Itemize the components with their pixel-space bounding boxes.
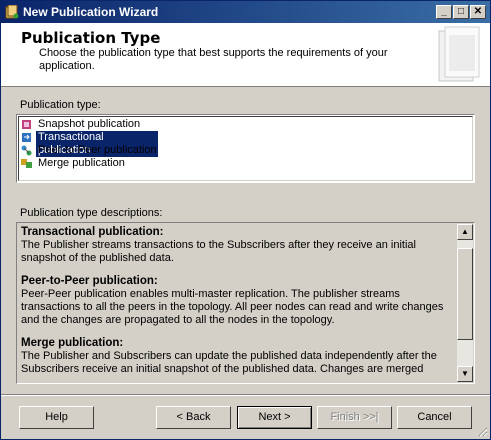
publication-type-list[interactable]: Snapshot publication Transactional publi… [16, 114, 475, 183]
description-heading: Merge publication: [21, 337, 124, 349]
publication-type-descriptions[interactable]: Transactional publication: The Publisher … [16, 222, 475, 384]
peer-to-peer-icon [21, 145, 32, 156]
help-button[interactable]: Help [19, 406, 94, 429]
list-item-merge[interactable]: Merge publication [21, 157, 472, 170]
wizard-header: Publication Type Choose the publication … [1, 23, 490, 87]
list-item-peer-to-peer[interactable]: Peer-to-Peer publication [21, 144, 472, 157]
list-item-label: Snapshot publication [38, 118, 141, 130]
merge-icon [21, 159, 32, 168]
finish-button[interactable]: Finish >>| [317, 406, 392, 429]
transactional-icon [22, 133, 31, 142]
list-item-transactional[interactable]: Transactional publication [21, 131, 472, 157]
scroll-down-icon[interactable]: ▼ [457, 366, 473, 382]
description-heading: Transactional publication: [21, 226, 164, 238]
page-title: Publication Type [21, 29, 161, 47]
cancel-button[interactable]: Cancel [397, 406, 472, 429]
scroll-thumb[interactable] [457, 248, 473, 340]
next-button[interactable]: Next > [237, 406, 312, 429]
back-button[interactable]: < Back [156, 406, 231, 429]
description-text: Peer-Peer publication enables multi-mast… [21, 288, 444, 326]
list-item-label: Merge publication [38, 157, 125, 169]
wizard-window: New Publication Wizard _ □ ✕ Publication… [0, 0, 491, 440]
list-item-label: Peer-to-Peer publication [38, 144, 157, 156]
wizard-banner-icon [438, 26, 480, 82]
footer-divider [1, 394, 490, 396]
title-bar[interactable]: New Publication Wizard _ □ ✕ [1, 1, 490, 23]
minimize-button[interactable]: _ [436, 5, 452, 19]
snapshot-icon [22, 120, 31, 129]
close-button[interactable]: ✕ [470, 5, 486, 19]
window-title: New Publication Wizard [23, 5, 159, 19]
description-text: The Publisher and Subscribers can update… [21, 350, 437, 375]
description-text: The Publisher streams transactions to th… [21, 239, 416, 264]
wizard-app-icon [5, 5, 19, 19]
descriptions-scrollbar[interactable]: ▲ ▼ [457, 224, 473, 382]
description-heading: Peer-to-Peer publication: [21, 275, 158, 287]
maximize-button[interactable]: □ [453, 5, 469, 19]
list-item-snapshot[interactable]: Snapshot publication [21, 118, 472, 131]
publication-type-label: Publication type: [20, 99, 101, 111]
descriptions-label: Publication type descriptions: [20, 207, 163, 219]
resize-grip-icon[interactable] [476, 425, 488, 437]
scroll-up-icon[interactable]: ▲ [457, 224, 473, 240]
page-description: Choose the publication type that best su… [39, 47, 388, 72]
descriptions-content: Transactional publication: The Publisher … [21, 226, 455, 383]
